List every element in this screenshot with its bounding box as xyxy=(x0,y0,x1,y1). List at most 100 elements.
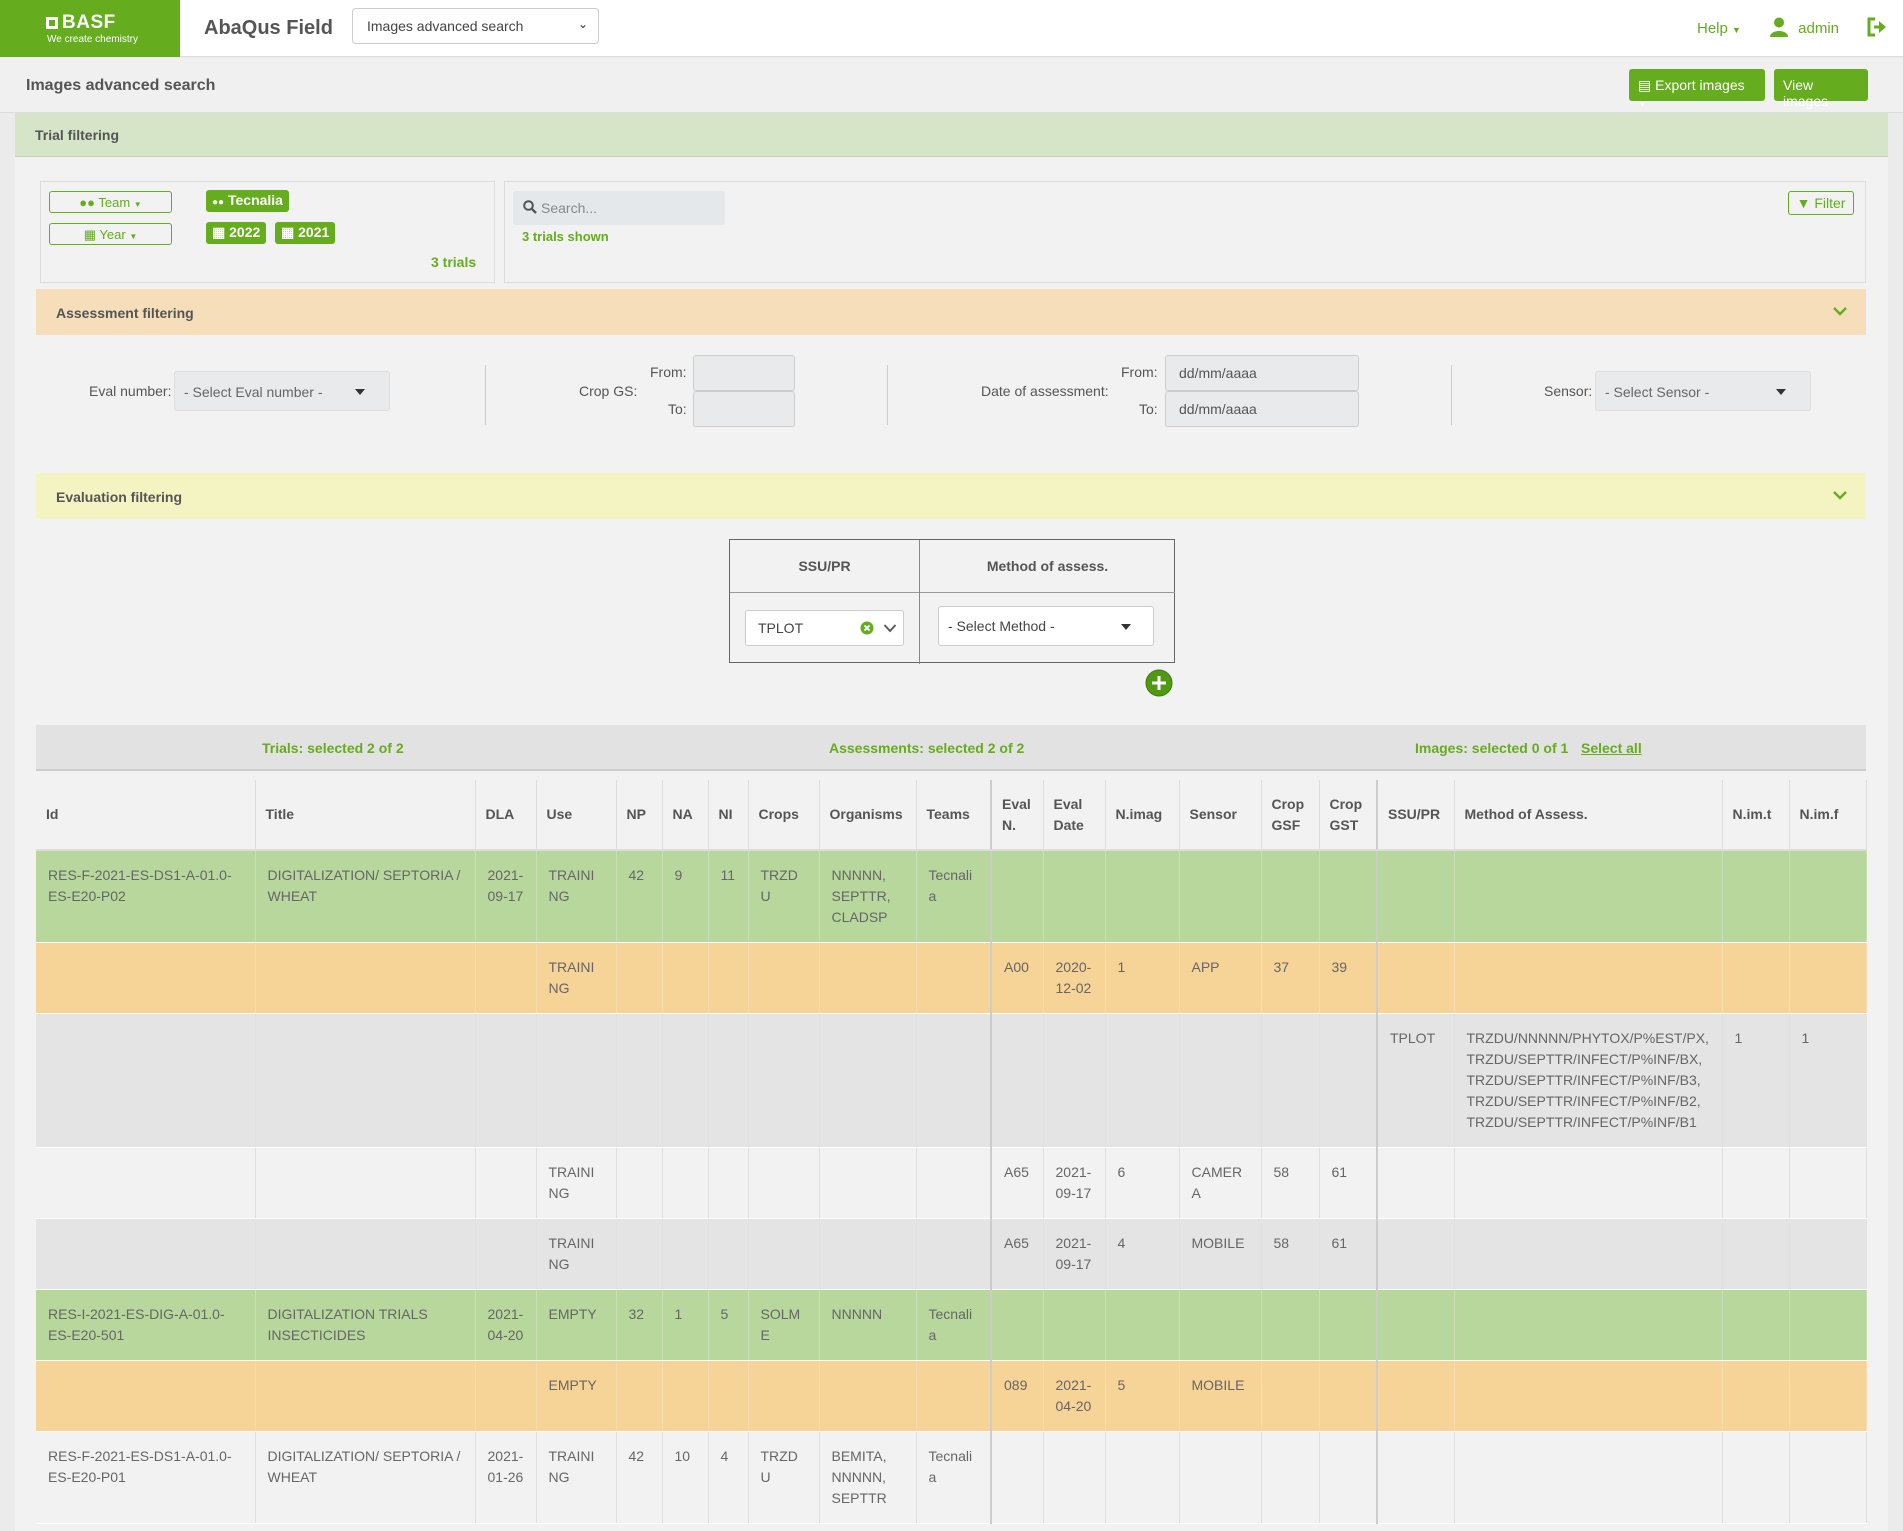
help-menu[interactable]: Help ▼ xyxy=(1697,20,1741,37)
table-cell: SOLME xyxy=(748,1289,820,1361)
table-cell xyxy=(1722,942,1790,1014)
crop-gs-from-input[interactable] xyxy=(693,355,795,391)
caret-down-icon: ▼ xyxy=(1638,99,1647,109)
year-filter-dropdown[interactable]: ▦ Year ▼ xyxy=(49,223,172,245)
sensor-select[interactable]: - Select Sensor - xyxy=(1595,371,1811,411)
view-images-button[interactable]: View images xyxy=(1774,69,1868,109)
table-cell xyxy=(1722,1147,1790,1219)
col-header[interactable]: NA xyxy=(662,780,709,851)
eval-number-select[interactable]: - Select Eval number - xyxy=(174,371,390,411)
table-cell: RES-I-2021-ES-DIG-A-01.0-ES-E20-501 xyxy=(36,1289,256,1361)
export-images-button[interactable]: ▤ Export images ▼ xyxy=(1629,69,1765,109)
date-to-input[interactable]: dd/mm/aaaa xyxy=(1165,391,1359,427)
col-header[interactable]: NI xyxy=(708,780,749,851)
table-row[interactable]: RES-I-2021-ES-DIG-A-01.0-ES-E20-501 DIGIT… xyxy=(36,1289,1867,1361)
caret-down-icon xyxy=(355,389,365,395)
table-cell: 2021-09-17 xyxy=(1043,1218,1106,1290)
col-header[interactable]: DLA xyxy=(475,780,537,851)
col-header[interactable]: SSU/PR xyxy=(1377,780,1455,851)
crop-gs-label: Crop GS: xyxy=(579,383,638,399)
table-cell: A00 xyxy=(991,942,1044,1014)
crop-gs-from-label: From: xyxy=(650,364,687,380)
table-cell xyxy=(616,1218,663,1290)
user-menu[interactable]: admin xyxy=(1770,17,1839,37)
table-cell xyxy=(748,942,820,1014)
table-cell xyxy=(616,1360,663,1432)
table-cell xyxy=(916,1218,992,1290)
filter-button[interactable]: ▼ Filter xyxy=(1788,191,1854,215)
table-cell xyxy=(1789,942,1867,1014)
table-cell: 2021-04-20 xyxy=(475,1289,537,1361)
col-header[interactable]: Crop GSF xyxy=(1261,780,1320,851)
team-tag-tecnalia[interactable]: ●● Tecnalia xyxy=(206,190,289,212)
year-tag-2021[interactable]: ▦ 2021 xyxy=(275,222,336,244)
col-header[interactable]: N.imag xyxy=(1105,780,1180,851)
page-select[interactable]: Images advanced search ⌄ xyxy=(352,8,599,44)
divider xyxy=(887,365,888,425)
filter-label: Filter xyxy=(1814,195,1846,211)
table-cell xyxy=(616,942,663,1014)
evaluation-filter-table: SSU/PR Method of assess. TPLOT - Select … xyxy=(729,539,1175,664)
col-header[interactable]: Title xyxy=(255,780,476,851)
table-cell xyxy=(255,1218,476,1290)
col-header[interactable]: NP xyxy=(616,780,663,851)
crop-gs-to-input[interactable] xyxy=(693,391,795,427)
table-cell xyxy=(475,1218,537,1290)
table-cell xyxy=(708,942,749,1014)
table-row[interactable]: TRAINING A65 2021-09-17 4 MOBILE 58 61 xyxy=(36,1218,1867,1290)
assessment-filtering-title: Assessment filtering xyxy=(56,305,194,321)
table-cell xyxy=(819,1013,917,1148)
table-cell: DIGITALIZATION TRIALS INSECTICIDES xyxy=(255,1289,476,1361)
eval-number-placeholder: - Select Eval number - xyxy=(184,384,323,400)
col-header[interactable]: Organisms xyxy=(819,780,917,851)
col-header[interactable]: N.im.f xyxy=(1789,780,1867,851)
main-content: Trial filtering ●● Team ▼ ▦ Year ▼ ●● Te… xyxy=(15,113,1888,1531)
logout-icon[interactable] xyxy=(1866,16,1888,38)
col-header[interactable]: Method of Assess. xyxy=(1454,780,1723,851)
col-header[interactable]: Eval N. xyxy=(991,780,1044,851)
date-from-input[interactable]: dd/mm/aaaa xyxy=(1165,355,1359,391)
table-row[interactable]: TRAINING A65 2021-09-17 6 CAMERA 58 61 xyxy=(36,1147,1867,1219)
table-row[interactable]: RES-F-2021-ES-DS1-A-01.0-ES-E20-P02 DIGIT… xyxy=(36,850,1867,943)
table-row[interactable]: EMPTY 089 2021-04-20 5 MOBILE xyxy=(36,1360,1867,1432)
col-header[interactable]: N.im.t xyxy=(1722,780,1790,851)
table-cell: 6 xyxy=(1105,1147,1180,1219)
team-filter-dropdown[interactable]: ●● Team ▼ xyxy=(49,191,172,213)
evaluation-filtering-header[interactable]: Evaluation filtering xyxy=(36,473,1866,519)
select-all-link[interactable]: Select all xyxy=(1581,740,1642,756)
table-cell xyxy=(1179,1431,1262,1524)
search-icon xyxy=(523,200,537,214)
table-cell xyxy=(1261,1013,1320,1148)
col-header[interactable]: Sensor xyxy=(1179,780,1262,851)
table-row[interactable]: TRAINING A00 2020-12-02 1 APP 37 39 xyxy=(36,942,1867,1014)
chevron-down-icon xyxy=(1833,307,1847,316)
trials-count: 3 trials xyxy=(431,254,477,270)
table-cell xyxy=(1319,850,1378,943)
col-header[interactable]: Id xyxy=(36,780,256,851)
trial-filtering-header[interactable]: Trial filtering xyxy=(15,113,1888,157)
basf-logo[interactable]: BASF We create chemistry xyxy=(0,0,180,57)
method-placeholder: - Select Method - xyxy=(948,618,1055,634)
help-label: Help xyxy=(1697,20,1728,37)
clear-icon[interactable] xyxy=(860,621,874,635)
table-cell xyxy=(1261,1289,1320,1361)
col-header[interactable]: Use xyxy=(536,780,617,851)
table-cell: Tecnalia xyxy=(916,1431,992,1524)
selection-summary: Trials: selected 2 of 2 Assessments: sel… xyxy=(36,725,1866,771)
table-row[interactable]: TPLOT TRZDU/NNNNN/PHYTOX/P%EST/PX, TRZDU/… xyxy=(36,1013,1867,1148)
method-select[interactable]: - Select Method - xyxy=(938,606,1154,646)
year-tag-2022[interactable]: ▦ 2022 xyxy=(206,222,267,244)
col-header[interactable]: Crop GST xyxy=(1319,780,1378,851)
table-cell xyxy=(1105,850,1180,943)
trial-search-input[interactable]: Search... xyxy=(513,191,725,225)
ssu-select[interactable]: TPLOT xyxy=(745,610,904,646)
col-header[interactable]: Eval Date xyxy=(1043,780,1106,851)
col-header[interactable]: Teams xyxy=(916,780,992,851)
table-row[interactable]: RES-F-2021-ES-DS1-A-01.0-ES-E20-P01 DIGIT… xyxy=(36,1431,1867,1524)
col-header[interactable]: Crops xyxy=(748,780,820,851)
table-cell: A65 xyxy=(991,1147,1044,1219)
add-row-icon[interactable] xyxy=(1145,669,1173,697)
assessment-filtering-header[interactable]: Assessment filtering xyxy=(36,289,1866,335)
table-cell xyxy=(1261,1360,1320,1432)
table-cell xyxy=(708,1218,749,1290)
